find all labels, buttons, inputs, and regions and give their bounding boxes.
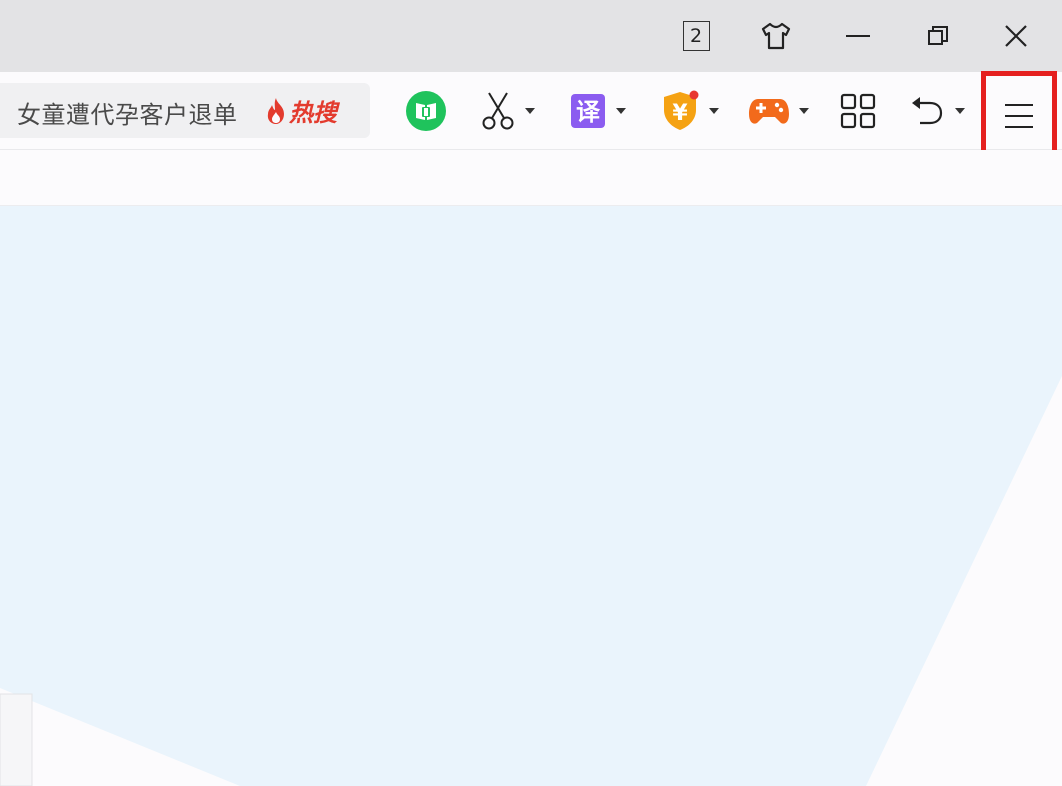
restore-icon [928, 26, 948, 45]
close-button[interactable] [992, 0, 1040, 72]
undo-icon [912, 97, 943, 125]
screenshot-dropdown-caret[interactable] [525, 108, 535, 114]
apps-button[interactable] [840, 89, 876, 133]
flame-icon [267, 97, 284, 124]
close-icon [1005, 25, 1027, 47]
translate-button[interactable]: 译 [569, 89, 626, 133]
tab-count-badge: 2 [682, 21, 710, 51]
bookmarks-bar [0, 150, 1062, 206]
grid-icon [840, 93, 876, 129]
games-button[interactable] [748, 89, 809, 133]
minimize-icon [846, 35, 870, 37]
hot-search-badge[interactable]: 热搜 [265, 93, 337, 128]
toolbar: 女童遭代孕客户退单 热搜 译 ¥ [0, 72, 1062, 150]
reader-button[interactable] [405, 89, 447, 133]
search-box[interactable]: 女童遭代孕客户退单 热搜 [0, 83, 370, 138]
translate-icon: 译 [571, 94, 605, 128]
search-suggestion[interactable]: 女童遭代孕客户退单 [17, 95, 238, 130]
main-menu-button[interactable] [981, 71, 1057, 160]
games-dropdown-caret[interactable] [799, 108, 809, 114]
yuan-shield-icon: ¥ [664, 90, 699, 130]
restore-button[interactable] [916, 0, 960, 72]
notification-dot [689, 90, 699, 100]
undo-dropdown-caret[interactable] [955, 108, 965, 114]
minimize-button[interactable] [836, 0, 880, 72]
book-icon [406, 91, 446, 131]
tab-count-button[interactable]: 2 [680, 0, 712, 72]
hamburger-menu-icon [1005, 103, 1033, 128]
translate-glyph: 译 [576, 98, 601, 126]
payment-dropdown-caret[interactable] [709, 108, 719, 114]
title-bar: 2 [0, 0, 1062, 72]
undo-button[interactable] [910, 89, 965, 133]
content-background [0, 376, 1062, 786]
page-content [0, 206, 1062, 786]
skin-icon [761, 22, 791, 50]
skin-button[interactable] [752, 0, 800, 72]
screenshot-button[interactable] [480, 89, 535, 133]
yuan-glyph: ¥ [672, 101, 688, 126]
translate-dropdown-caret[interactable] [616, 108, 626, 114]
hot-search-label: 热搜 [289, 99, 337, 127]
scissors-icon [482, 92, 514, 130]
gamepad-icon [749, 99, 789, 124]
payment-shield-button[interactable]: ¥ [660, 89, 719, 133]
